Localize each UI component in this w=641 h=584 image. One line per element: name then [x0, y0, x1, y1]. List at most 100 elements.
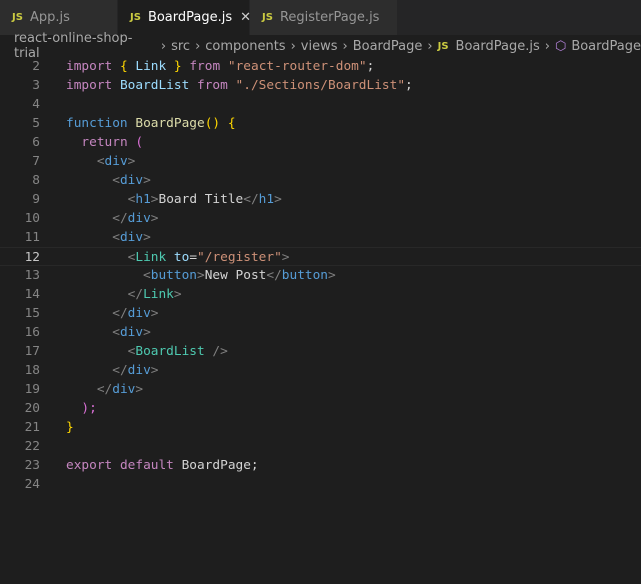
code-token: return [81, 135, 128, 150]
code-token: > [150, 363, 159, 378]
line-number: 19 [24, 382, 40, 397]
breadcrumb-item[interactable]: BoardPage [353, 39, 423, 54]
code-line[interactable]: 11 <div> [0, 228, 641, 247]
code-line[interactable]: 16 <div> [0, 323, 641, 342]
code-line[interactable]: 23 export default BoardPage; [0, 456, 641, 475]
code-token: </ [127, 287, 144, 302]
code-token: to [173, 250, 190, 265]
code-text: </div> [66, 304, 159, 323]
breadcrumb-item[interactable]: components [205, 39, 285, 54]
line-number: 10 [24, 211, 40, 226]
code-token: ( [135, 135, 144, 150]
code-token: div [119, 230, 144, 245]
js-icon: JS [437, 40, 449, 52]
code-token: () [204, 116, 221, 131]
code-token: import [66, 59, 113, 74]
code-line[interactable]: 24 [0, 475, 641, 494]
code-token: Link [135, 250, 167, 265]
breadcrumb-item[interactable]: src [171, 39, 190, 54]
code-text: <div> [66, 152, 136, 171]
line-number: 8 [32, 173, 40, 188]
code-line[interactable]: 6 return ( [0, 133, 641, 152]
chevron-right-icon: › [342, 38, 348, 54]
code-line[interactable]: 19 </div> [0, 380, 641, 399]
code-token: ; [405, 78, 413, 93]
code-token: BoardPage [135, 116, 205, 131]
code-token: </ [112, 306, 128, 321]
code-editor[interactable]: 2 import { Link } from "react-router-dom"… [0, 57, 641, 494]
code-text: </Link> [66, 285, 182, 304]
code-line[interactable]: 4 [0, 95, 641, 114]
code-token: from [196, 78, 228, 93]
code-line[interactable]: 5 function BoardPage() { [0, 114, 641, 133]
code-token: "react-router-dom" [227, 59, 367, 74]
code-line[interactable]: 20 ); [0, 399, 641, 418]
code-line[interactable]: 10 </div> [0, 209, 641, 228]
tab-boardpage-js[interactable]: JS BoardPage.js ✕ [118, 0, 251, 35]
line-number: 2 [32, 59, 40, 74]
code-text: } [66, 418, 74, 437]
code-token: div [104, 154, 128, 169]
js-icon: JS [130, 12, 141, 23]
line-number: 9 [32, 192, 40, 207]
code-line[interactable]: 3 import BoardList from "./Sections/Board… [0, 76, 641, 95]
line-number: 4 [32, 97, 40, 112]
code-token: BoardList [112, 78, 197, 93]
tab-registerpage-js[interactable]: JS RegisterPage.js [250, 0, 398, 35]
code-line[interactable]: 9 <h1>Board Title</h1> [0, 190, 641, 209]
code-text: <button>New Post</button> [66, 266, 336, 285]
chevron-right-icon: › [195, 38, 201, 54]
code-text: import BoardList from "./Sections/BoardL… [66, 76, 413, 95]
breadcrumb-item[interactable]: views [301, 39, 338, 54]
line-number: 13 [24, 268, 40, 283]
code-line[interactable]: 21} [0, 418, 641, 437]
code-text: <div> [66, 171, 151, 190]
code-line[interactable]: 13 <button>New Post</button> [0, 266, 641, 285]
code-token: button [281, 268, 329, 283]
code-line[interactable]: 15 </div> [0, 304, 641, 323]
code-line[interactable]: 12 <Link to="/register"> [0, 247, 641, 266]
code-text: <BoardList /> [66, 342, 228, 361]
code-token: div [112, 382, 136, 397]
code-token: > [143, 173, 151, 188]
breadcrumb-item[interactable]: BoardPage [571, 39, 641, 54]
code-line[interactable]: 14 </Link> [0, 285, 641, 304]
line-number: 17 [24, 344, 40, 359]
code-line[interactable]: 17 <BoardList /> [0, 342, 641, 361]
line-number: 24 [24, 477, 40, 492]
code-token: h1 [135, 192, 151, 207]
code-text: ); [66, 399, 96, 418]
line-number: 7 [32, 154, 40, 169]
tab-bar: JS App.js JS BoardPage.js ✕ JS RegisterPage.… [0, 0, 641, 35]
code-text: <h1>Board Title</h1> [66, 190, 282, 209]
code-token: Link [143, 287, 174, 302]
code-text: </div> [66, 209, 158, 228]
code-token: > [150, 306, 159, 321]
code-line[interactable]: 8 <div> [0, 171, 641, 190]
code-token: > [328, 268, 336, 283]
code-token: > [281, 250, 290, 265]
code-token: default [119, 458, 174, 473]
code-line[interactable]: 2 import { Link } from "react-router-dom"… [0, 57, 641, 76]
code-token: export [66, 458, 113, 473]
code-token: { [119, 59, 128, 74]
line-number: 6 [32, 135, 40, 150]
breadcrumb-item[interactable]: BoardPage.js [456, 39, 540, 54]
code-line[interactable]: 18 </div> [0, 361, 641, 380]
code-line[interactable]: 22 [0, 437, 641, 456]
code-text: function BoardPage() { [66, 114, 236, 133]
code-token: } [173, 59, 182, 74]
tab-app-js[interactable]: JS App.js [0, 0, 118, 35]
code-token: Link [127, 59, 174, 74]
code-token: < [143, 268, 151, 283]
code-line[interactable]: 7 <div> [0, 152, 641, 171]
